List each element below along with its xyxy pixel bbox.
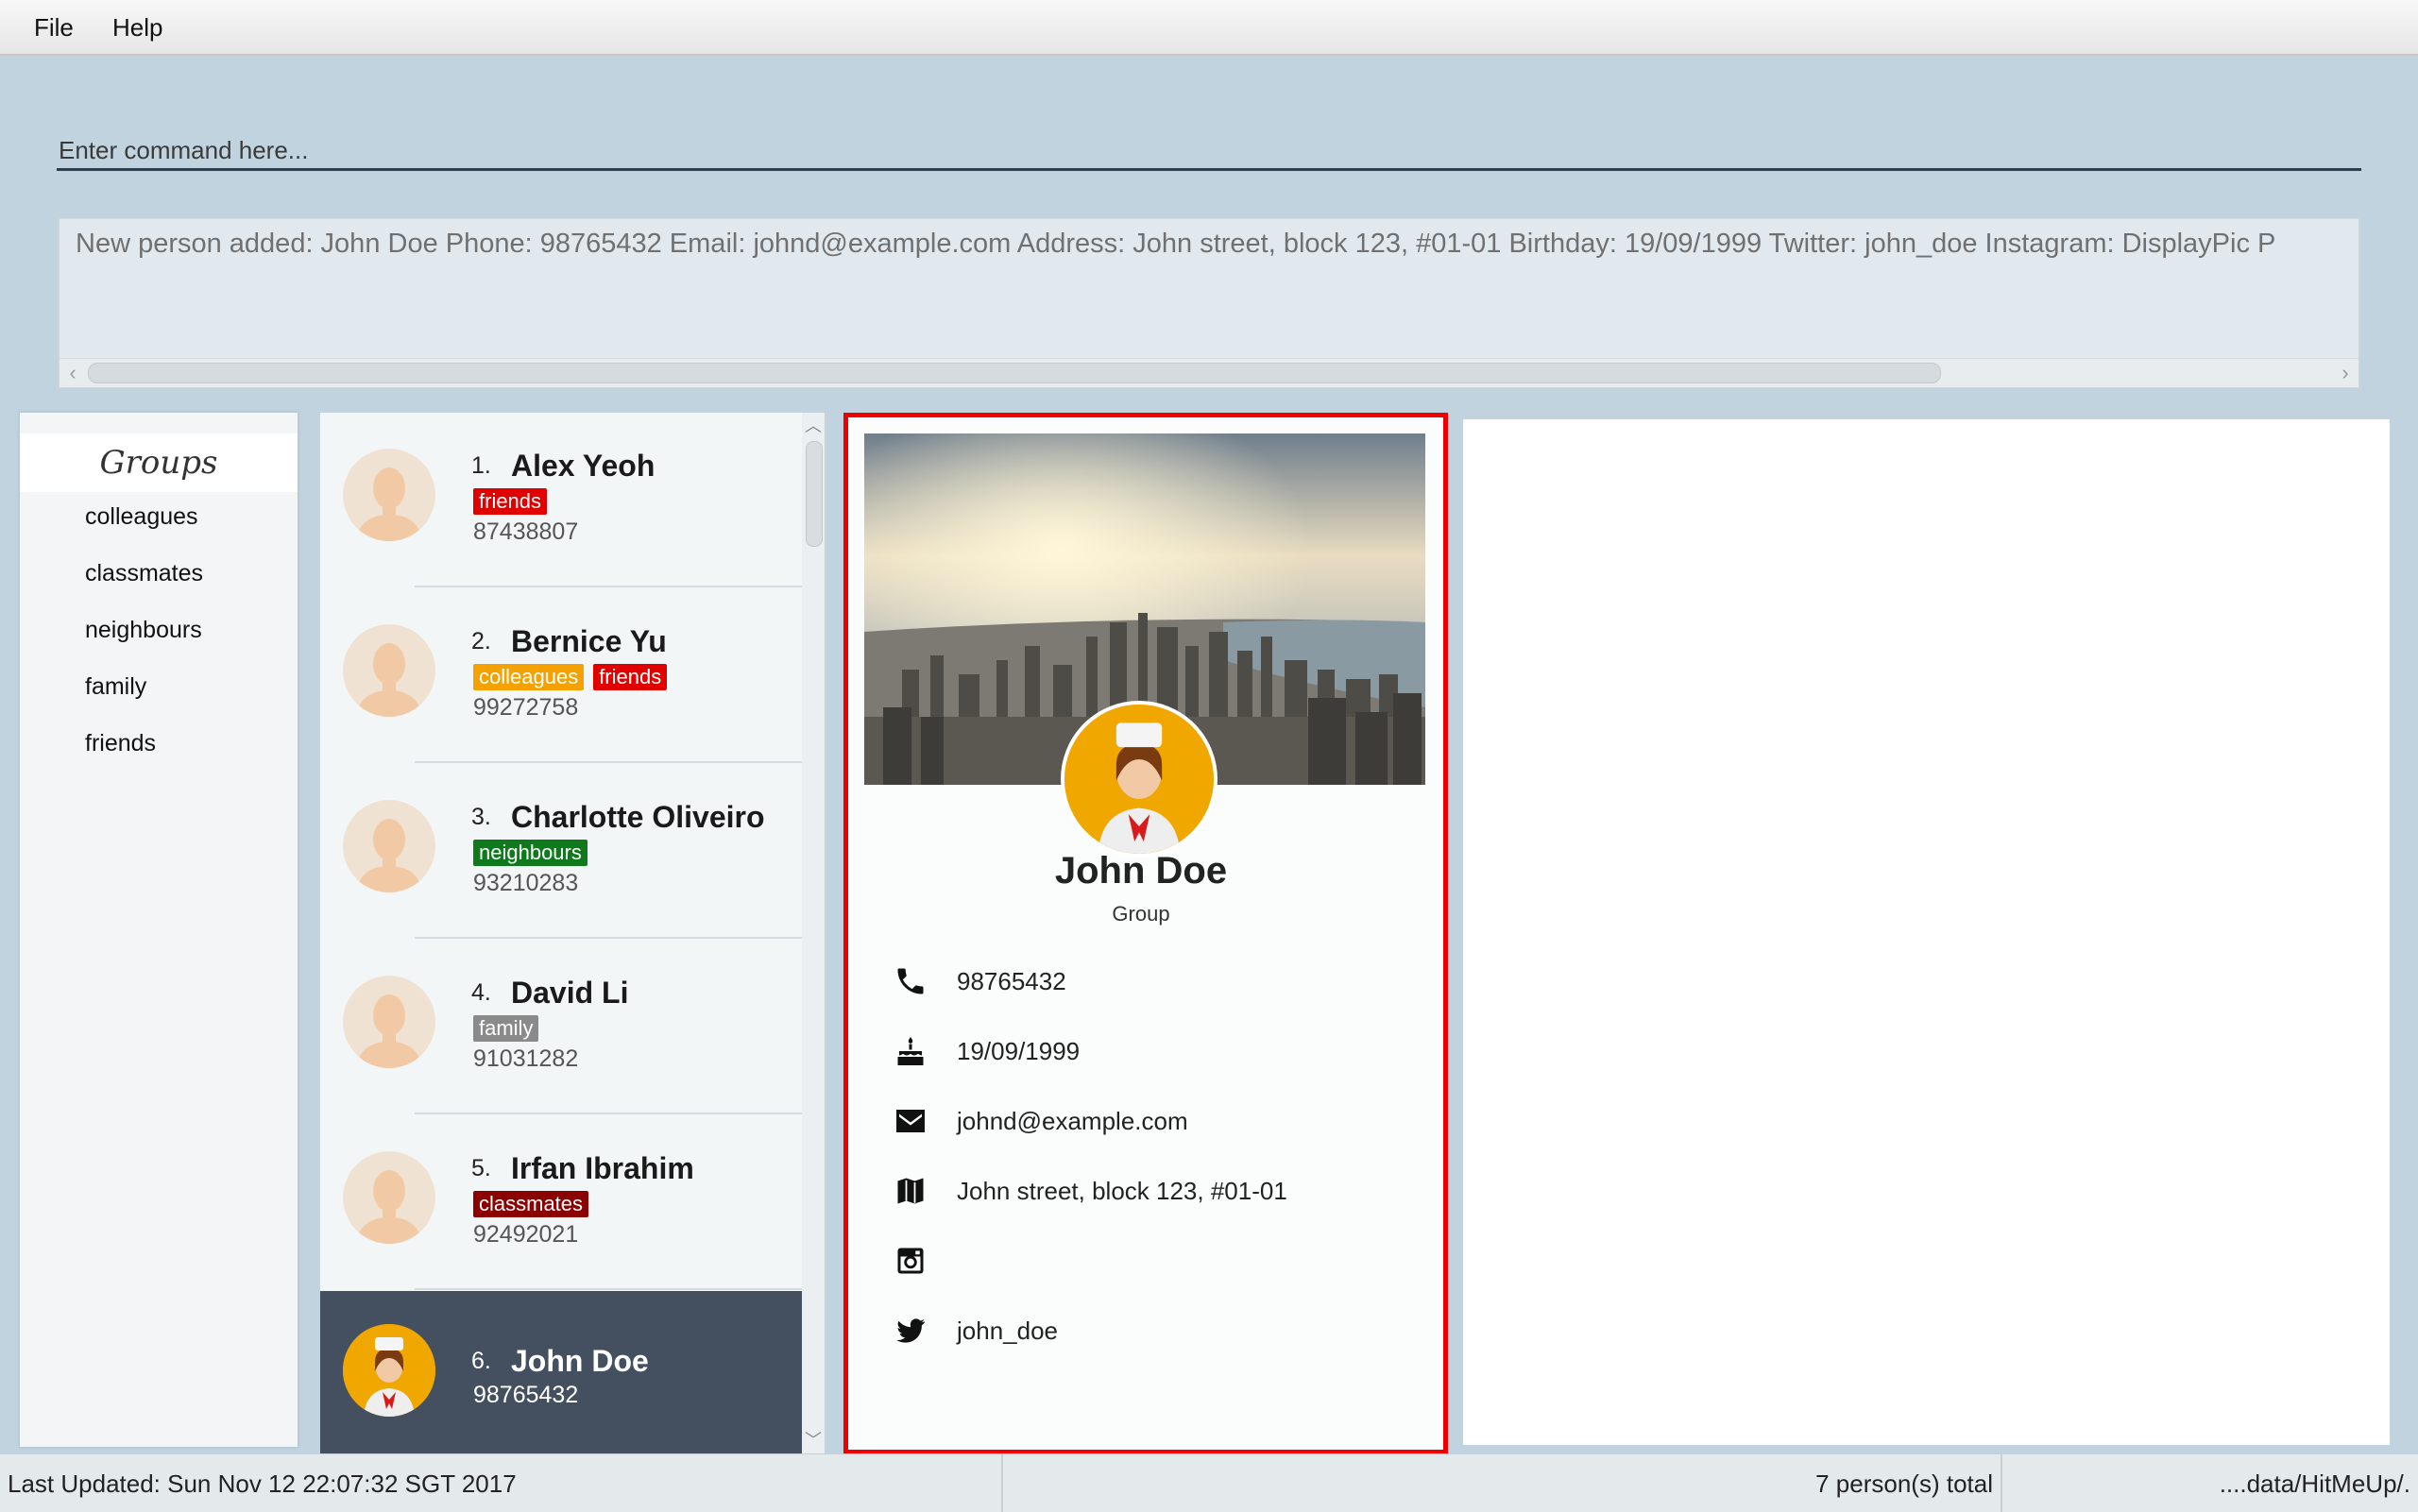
person-index: 6. [471, 1348, 491, 1374]
profile-email: johnd@example.com [957, 1107, 1188, 1135]
status-total-segment: 7 person(s) total [1003, 1454, 2002, 1512]
default-avatar-icon [343, 1151, 435, 1244]
tag-badge: family [473, 1015, 539, 1042]
person-list: 1. Alex Yeoh friends 87438807 2. Bernice… [320, 413, 802, 1453]
group-item-friends[interactable]: friends [85, 730, 156, 757]
person-name: Charlotte Oliveiro [511, 800, 765, 834]
person-phone: 93210283 [473, 870, 579, 896]
default-avatar-icon [343, 976, 435, 1068]
command-input[interactable] [57, 132, 2361, 171]
tag-badge: friends [593, 664, 668, 690]
result-text: New person added: John Doe Phone: 987654… [76, 229, 2276, 259]
tag-list: colleagues friends [473, 664, 676, 690]
person-index: 3. [471, 804, 491, 830]
default-avatar-icon [343, 624, 435, 717]
groups-title: Groups [20, 433, 298, 492]
result-display: New person added: John Doe Phone: 987654… [59, 218, 2359, 388]
phone-icon [897, 968, 924, 994]
status-last-updated: Last Updated: Sun Nov 12 22:07:32 SGT 20… [8, 1470, 517, 1498]
person-phone: 99272758 [473, 694, 579, 721]
profile-chef-avatar-icon [1061, 701, 1218, 858]
instagram-icon [897, 1248, 924, 1274]
tag-badge: friends [473, 488, 548, 515]
scroll-down-icon[interactable]: ﹀ [802, 1427, 825, 1452]
tag-list: classmates [473, 1191, 598, 1217]
card-divider [415, 761, 802, 763]
tag-badge: colleagues [473, 664, 585, 690]
card-divider [415, 937, 802, 939]
tag-list: family [473, 1015, 548, 1042]
tag-badge: neighbours [473, 840, 587, 866]
group-item-family[interactable]: family [85, 673, 146, 701]
twitter-icon [896, 1318, 925, 1343]
status-last-updated-segment: Last Updated: Sun Nov 12 22:07:32 SGT 20… [0, 1454, 1003, 1512]
person-card[interactable]: 4. David Li family 91031282 [320, 940, 802, 1114]
tag-list: neighbours [473, 840, 597, 866]
group-item-colleagues[interactable]: colleagues [85, 503, 198, 531]
scroll-left-icon[interactable]: ‹ [60, 359, 86, 387]
menu-bar: File Help [0, 0, 2418, 56]
profile-twitter: john_doe [957, 1317, 1058, 1345]
person-card[interactable]: 1. Alex Yeoh friends 87438807 [320, 413, 802, 587]
person-index: 4. [471, 979, 491, 1006]
person-phone: 87438807 [473, 518, 579, 545]
person-phone: 92492021 [473, 1221, 579, 1248]
horizontal-scrollbar[interactable]: ‹ › [60, 358, 2358, 387]
group-item-classmates[interactable]: classmates [85, 560, 203, 587]
status-person-total: 7 person(s) total [1815, 1470, 1993, 1498]
person-name: Irfan Ibrahim [511, 1151, 694, 1185]
default-avatar-icon [343, 449, 435, 541]
profile-birthday: 19/09/1999 [957, 1037, 1081, 1065]
person-phone: 98765432 [473, 1382, 579, 1408]
person-card[interactable]: 2. Bernice Yu colleagues friends 99272758 [320, 588, 802, 763]
person-name: John Doe [511, 1344, 649, 1378]
status-bar: Last Updated: Sun Nov 12 22:07:32 SGT 20… [0, 1453, 2418, 1512]
birthday-cake-icon [897, 1037, 924, 1065]
card-divider [415, 1288, 802, 1290]
profile-phone: 98765432 [957, 967, 1066, 995]
person-phone: 91031282 [473, 1045, 579, 1072]
profile-address: John street, block 123, #01-01 [957, 1177, 1287, 1205]
scroll-right-icon[interactable]: › [2332, 359, 2358, 387]
menu-help[interactable]: Help [112, 13, 162, 42]
person-profile-panel: John Doe Group 98765432 19/09/1999 johnd… [843, 413, 1448, 1454]
profile-name: John Doe [1054, 850, 1228, 892]
browser-panel [1463, 419, 2390, 1445]
person-name: Alex Yeoh [511, 449, 656, 483]
default-avatar-icon [343, 800, 435, 892]
horizontal-scroll-thumb[interactable] [88, 363, 1941, 383]
person-name: David Li [511, 976, 629, 1010]
card-divider [415, 586, 802, 587]
map-icon [897, 1178, 924, 1204]
profile-group: Group [1112, 902, 1170, 926]
menu-file[interactable]: File [34, 13, 74, 42]
card-divider [415, 1113, 802, 1114]
person-index: 5. [471, 1155, 491, 1181]
person-index: 2. [471, 628, 491, 654]
chef-avatar-icon [343, 1324, 435, 1417]
person-card[interactable]: 3. Charlotte Oliveiro neighbours 9321028… [320, 764, 802, 939]
groups-panel: Groups colleagues classmates neighbours … [20, 413, 298, 1447]
person-name: Bernice Yu [511, 624, 667, 658]
tag-badge: classmates [473, 1191, 589, 1217]
person-card[interactable]: 5. Irfan Ibrahim classmates 92492021 [320, 1115, 802, 1290]
list-scroll-thumb[interactable] [806, 441, 823, 547]
list-scrollbar[interactable]: ︿ ﹀ [802, 413, 825, 1453]
email-icon [896, 1110, 925, 1132]
status-path-segment: ....data/HitMeUp/. [2002, 1454, 2418, 1512]
scroll-up-icon[interactable]: ︿ [802, 413, 825, 437]
group-item-neighbours[interactable]: neighbours [85, 617, 202, 644]
person-card-selected[interactable]: 6. John Doe 98765432 [320, 1291, 802, 1453]
person-index: 1. [471, 452, 491, 479]
status-save-path: ....data/HitMeUp/. [2219, 1470, 2410, 1498]
tag-list: friends [473, 488, 556, 515]
